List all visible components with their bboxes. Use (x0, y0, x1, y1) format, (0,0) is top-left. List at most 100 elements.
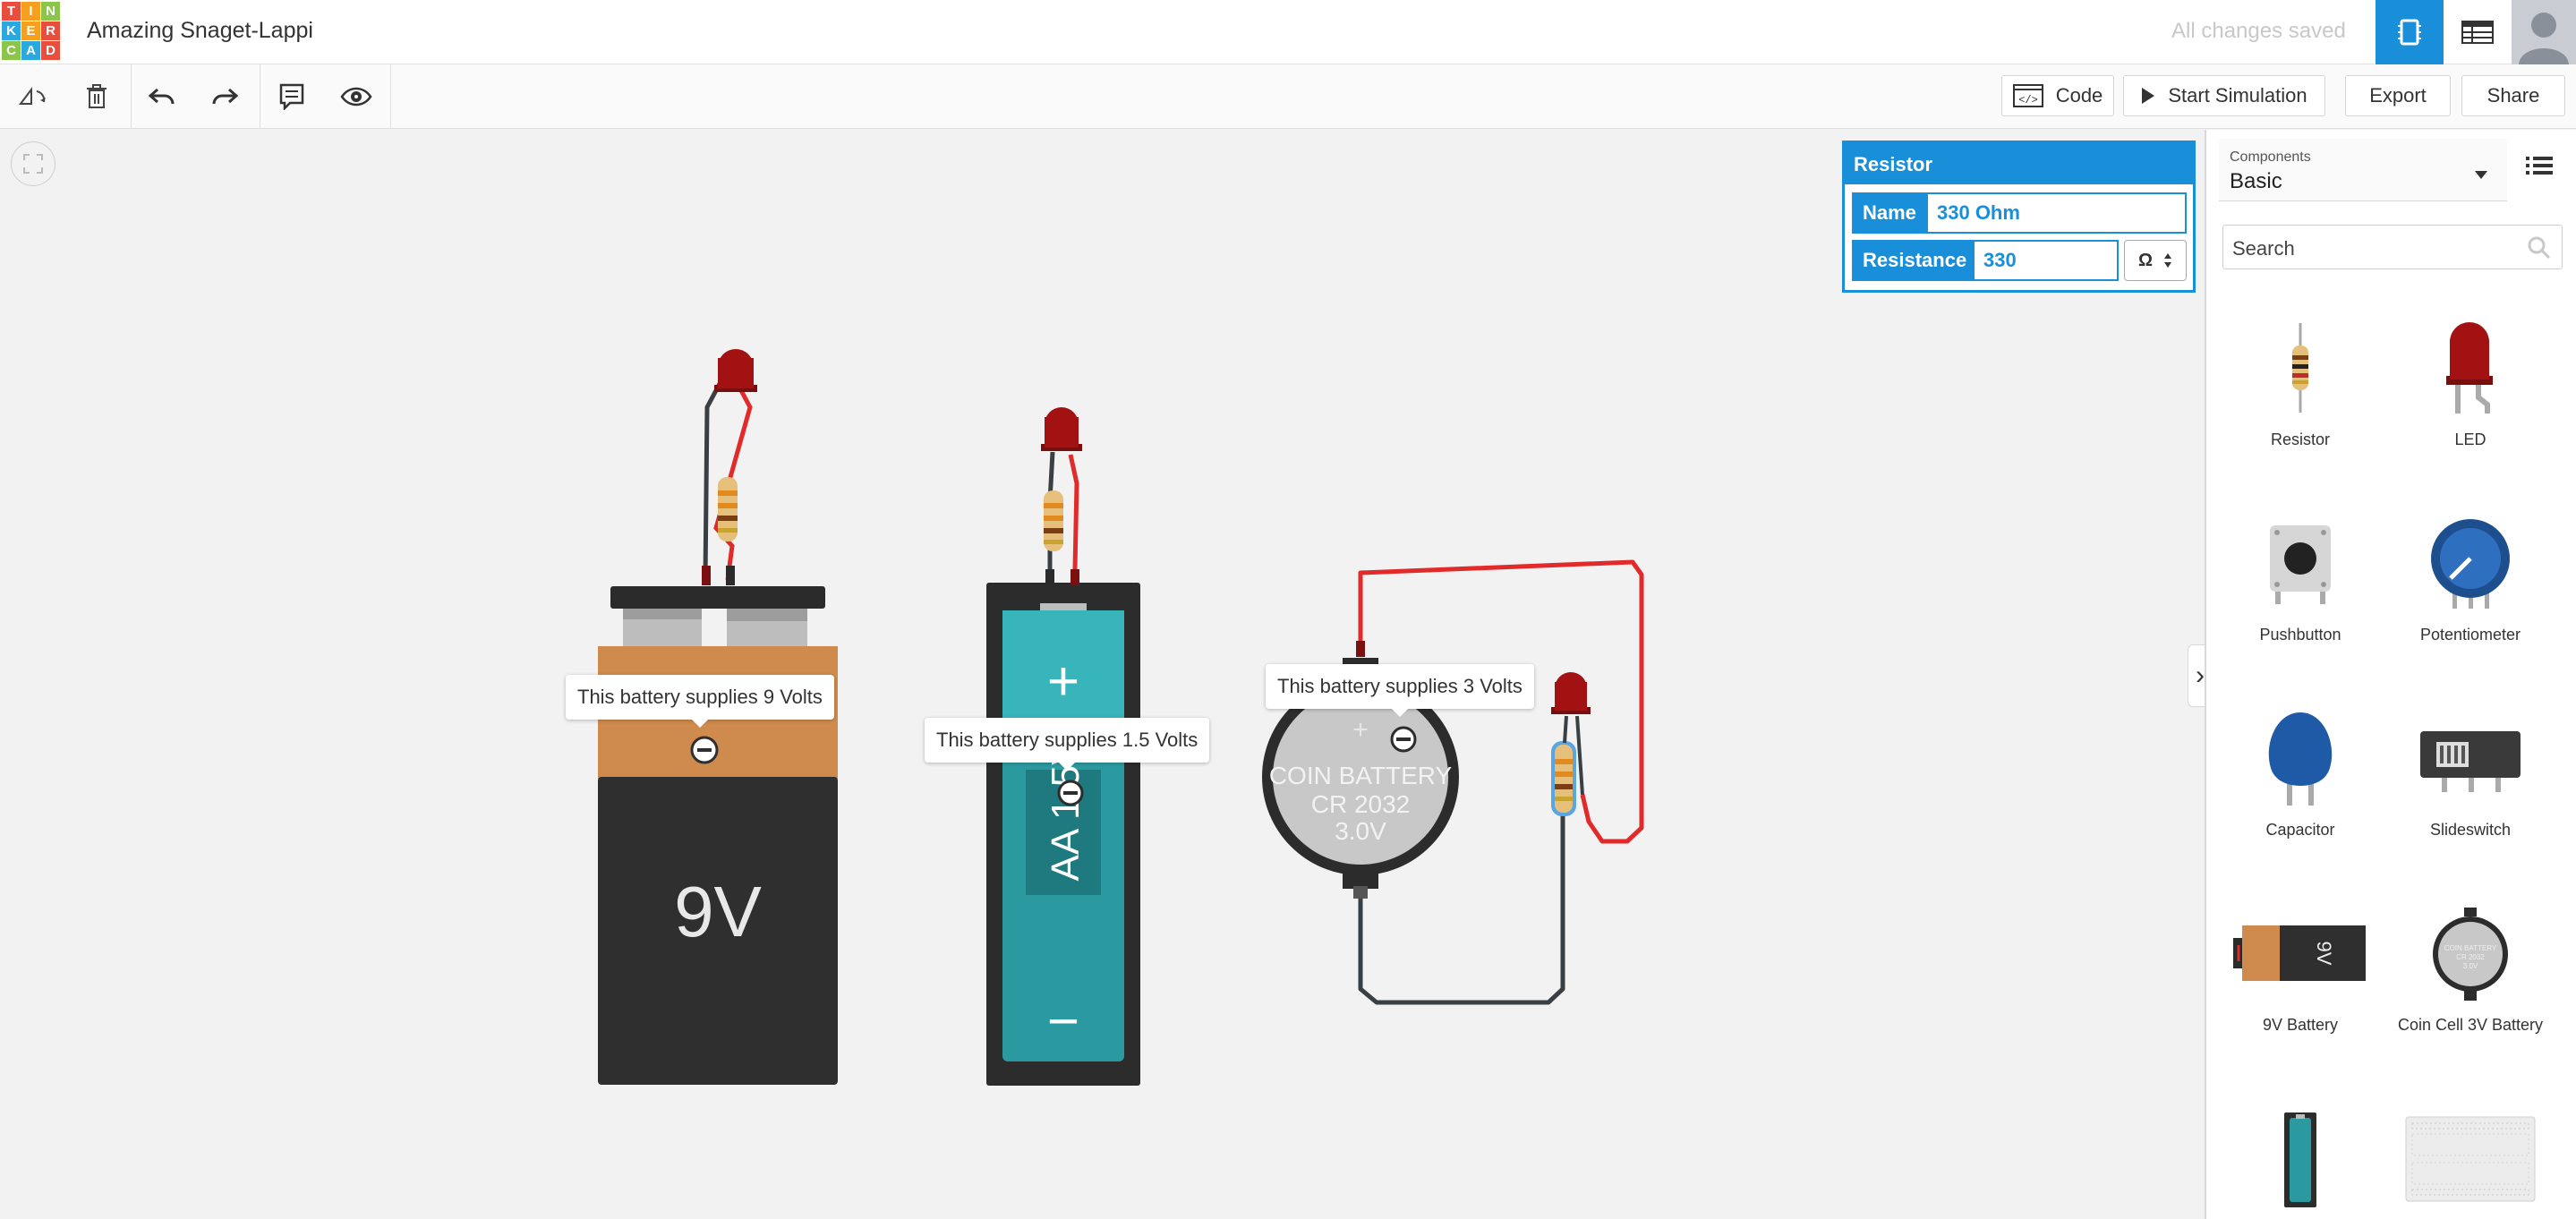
resistance-field[interactable]: 330 (1973, 240, 2119, 281)
battery-9v-label: 9V (674, 872, 762, 951)
led-icon (2446, 322, 2493, 413)
logo-letter: E (21, 21, 40, 40)
aa-minus-label: − (1047, 991, 1079, 1053)
coin-icon-line-3: 3.0V (2463, 962, 2478, 970)
component-breadboard[interactable] (2385, 1105, 2555, 1213)
export-button[interactable]: Export (2345, 75, 2451, 116)
battery-aa[interactable]: + − AA 1.5V (986, 583, 1140, 1086)
breadboard-icon (2405, 1116, 2536, 1202)
led-aa-circuit[interactable] (1041, 407, 1082, 451)
component-label: Slideswitch (2429, 821, 2512, 839)
component-potentiometer[interactable]: Potentiometer (2385, 500, 2555, 644)
stepper-arrows-icon (2164, 253, 2172, 268)
visibility-button[interactable] (331, 75, 381, 118)
unit-select[interactable]: Ω (2124, 240, 2187, 281)
code-button[interactable]: </> Code (2001, 75, 2114, 116)
component-label: Coin Cell 3V Battery (2397, 1016, 2544, 1034)
logo-letter: D (41, 41, 60, 60)
coin-line-1: COIN BATTERY (1269, 762, 1453, 789)
led-coin-circuit[interactable] (1551, 672, 1591, 714)
logo-letter: K (2, 21, 21, 40)
resistor-inspector: Resistor Name 330 Ohm Resistance 330 Ω (1842, 141, 2196, 293)
logo-letter: R (41, 21, 60, 40)
circuit-drawing: 9V + − AA 1.5V + COIN BATTERY CR 2032 3.… (598, 349, 1644, 1086)
tinkercad-logo[interactable]: T I N K E R C A D (2, 2, 61, 61)
battery-9v[interactable]: 9V (598, 586, 838, 1085)
list-view-button[interactable] (2526, 155, 2553, 181)
component-label: LED (2454, 430, 2486, 448)
component-label: 9V Battery (2262, 1016, 2339, 1034)
redo-icon (212, 88, 238, 105)
user-avatar[interactable] (2512, 0, 2576, 64)
tooltip-aa-battery: This battery supplies 1.5 Volts (925, 718, 1210, 771)
note-icon (279, 83, 304, 110)
coin-line-2: CR 2032 (1311, 790, 1411, 818)
resistor-aa-circuit[interactable] (1044, 490, 1063, 551)
component-label: Resistor (2270, 430, 2330, 448)
redo-button[interactable] (200, 75, 250, 118)
design-title[interactable]: Amazing Snaget-Lappi (87, 18, 313, 44)
component-9v-battery[interactable]: 9V 9V Battery (2215, 891, 2385, 1035)
component-label: Potentiometer (2419, 626, 2521, 644)
share-button[interactable]: Share (2461, 75, 2565, 116)
logo-letter: A (21, 41, 40, 60)
inspector-title: Resistor (1845, 143, 2193, 184)
component-slideswitch[interactable]: Slideswitch (2385, 695, 2555, 840)
resistance-label: Resistance (1852, 240, 1973, 281)
tooltip-9v-battery: This battery supplies 9 Volts (566, 675, 834, 728)
battery-9v-icon-label: 9V (2313, 942, 2335, 966)
circuit-icon (2398, 19, 2421, 46)
logo-letter: I (21, 2, 40, 21)
svg-text:</>: </> (2018, 94, 2038, 107)
capacitor-icon (2268, 712, 2333, 806)
search-placeholder: Search (2232, 237, 2295, 260)
svg-text:+: + (1352, 715, 1369, 745)
search-icon (2528, 236, 2551, 260)
aa-plus-label: + (1047, 651, 1079, 712)
coin-icon-line-1: COIN BATTERY (2444, 944, 2497, 952)
undo-icon (149, 88, 175, 105)
components-dropdown-value: Basic (2230, 169, 2282, 193)
coin-battery-icon: COIN BATTERYCR 20323.0V (2433, 908, 2508, 1001)
components-panel: Components Basic Search Resistor LED Pus… (2205, 130, 2576, 1219)
inspector-resistance-row: Resistance 330 (1852, 240, 2119, 281)
code-label: Code (2055, 84, 2103, 107)
top-header: T I N K E R C A D Amazing Snaget-Lappi A… (0, 0, 2576, 64)
undo-button[interactable] (137, 75, 187, 118)
resistor-coin-circuit[interactable] (1551, 741, 1576, 816)
rotate-button[interactable] (7, 75, 57, 118)
component-coin-cell-battery[interactable]: COIN BATTERY CR 2032 3.0V Coin Cell 3V Bat… (2385, 891, 2555, 1035)
component-resistor[interactable]: Resistor (2215, 305, 2385, 449)
play-icon (2142, 88, 2155, 104)
resistor-9v-circuit[interactable] (718, 477, 738, 541)
component-pushbutton[interactable]: Pushbutton (2215, 500, 2385, 644)
start-simulation-button[interactable]: Start Simulation (2123, 75, 2325, 116)
save-status: All changes saved (2171, 19, 2346, 43)
notes-button[interactable] (267, 75, 317, 118)
component-capacitor[interactable]: Capacitor (2215, 695, 2385, 840)
aa-battery-icon (2284, 1112, 2316, 1207)
components-dropdown-label: Components (2230, 149, 2311, 165)
name-field[interactable]: 330 Ohm (1926, 192, 2187, 234)
potentiometer-icon (2431, 519, 2510, 609)
component-aa-battery[interactable] (2215, 1105, 2385, 1213)
circuit-view-button[interactable] (2376, 0, 2444, 64)
code-icon: </> (2012, 84, 2043, 107)
component-label: Pushbutton (2259, 626, 2341, 644)
tooltip-coin-battery: This battery supplies 3 Volts (1266, 664, 1534, 717)
component-led[interactable]: LED (2385, 305, 2555, 449)
export-label: Export (2369, 84, 2427, 107)
delete-button[interactable] (72, 75, 122, 118)
rotate-icon (19, 87, 46, 105)
coin-icon-line-2: CR 2032 (2456, 953, 2485, 961)
share-label: Share (2486, 84, 2540, 107)
led-9v-circuit[interactable] (714, 349, 757, 392)
schematic-view-button[interactable] (2444, 0, 2512, 64)
name-label: Name (1852, 192, 1926, 234)
chevron-right-icon: › (2196, 661, 2205, 690)
components-dropdown[interactable]: Components Basic (2219, 139, 2507, 201)
resistor-icon (2292, 323, 2308, 413)
component-search-input[interactable]: Search (2222, 225, 2563, 269)
pushbutton-icon (2270, 525, 2331, 604)
inspector-name-row: Name 330 Ohm (1852, 192, 2187, 234)
